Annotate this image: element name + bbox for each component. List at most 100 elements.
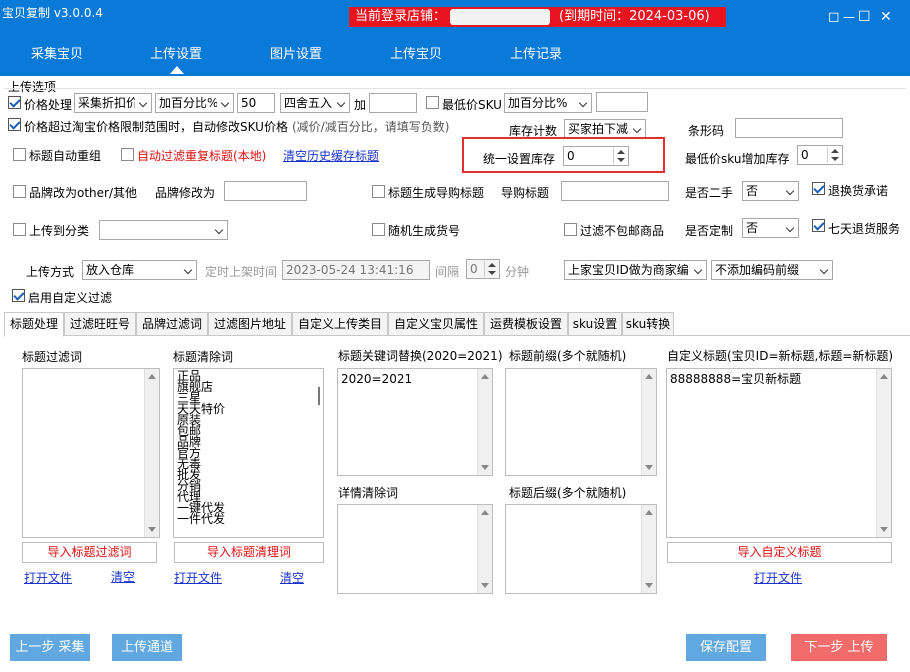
replace-label: 标题关键词替换(2020=2021)	[338, 349, 503, 363]
next-upload-button[interactable]: 下一步 上传	[791, 634, 887, 661]
unify-stock-stepper[interactable]: 0	[563, 146, 629, 166]
price-mode-select[interactable]: 采集折扣价	[74, 93, 152, 113]
custom-filter-checkbox[interactable]	[12, 289, 25, 302]
title-regroup-label: 标题自动重组	[29, 149, 102, 163]
price-value-input[interactable]: 50	[237, 93, 275, 113]
import-clean-words-button[interactable]: 导入标题清理词	[174, 542, 324, 563]
expiry-date: (到期时间：2024-03-06)	[559, 9, 710, 24]
filter-open-file-link[interactable]: 打开文件	[24, 569, 72, 586]
replace-textarea[interactable]: 2020=2021	[337, 368, 493, 476]
save-config-button[interactable]: 保存配置	[686, 634, 766, 661]
gen-shopping-title-checkbox[interactable]	[372, 185, 385, 198]
tab-upload-items[interactable]: 上传宝贝	[390, 43, 442, 62]
close-icon[interactable]: ✕	[880, 10, 892, 24]
price-checkbox[interactable]	[8, 96, 21, 109]
min-sku-checkbox[interactable]	[426, 96, 439, 109]
return-promise-checkbox[interactable]	[812, 182, 825, 195]
subtab-image-url[interactable]: 过滤图片地址	[208, 312, 292, 336]
subtab-brand[interactable]: 品牌过滤词	[136, 312, 208, 336]
min-sku-calc-select[interactable]: 加百分比%	[504, 93, 592, 113]
list-item: 88888888=宝贝新标题	[670, 372, 802, 386]
group-title: 上传选项	[8, 80, 57, 94]
second-hand-label: 是否二手	[685, 186, 734, 200]
clean-words-label: 标题清除词	[173, 350, 234, 364]
upload-category-label: 上传到分类	[29, 224, 90, 238]
filter-no-shipping-checkbox[interactable]	[564, 223, 577, 236]
gen-shopping-title-label: 标题生成导购标题	[388, 186, 485, 200]
interval-unit: 分钟	[505, 265, 530, 279]
list-item: 一件代发	[177, 512, 226, 526]
subtab-category[interactable]: 自定义上传类目	[292, 312, 388, 336]
suffix-label: 标题后缀(多个就随机)	[509, 486, 627, 500]
unify-stock-label: 统一设置库存	[483, 152, 556, 166]
random-item-no-checkbox[interactable]	[372, 223, 385, 236]
seven-day-label: 七天退货服务	[828, 222, 901, 236]
interval-label: 间隔	[435, 265, 460, 279]
price-limit-checkbox[interactable]	[8, 118, 21, 131]
custom-made-select[interactable]: 否	[742, 218, 799, 238]
clean-open-file-link[interactable]: 打开文件	[174, 569, 222, 586]
upload-channel-button[interactable]: 上传通道	[112, 634, 182, 661]
list-item: 2020=2021	[341, 372, 413, 386]
upload-mode-select[interactable]: 放入仓库	[82, 260, 197, 280]
textarea-scrollbar[interactable]	[318, 387, 320, 405]
custom-open-file-link[interactable]: 打开文件	[754, 569, 802, 586]
clean-words-textarea[interactable]: 正品 旗舰店 三星 天天特价 原装 包邮 品牌 官方 无毒 批发 分销 代理 一键代发 一件代发	[173, 368, 324, 538]
min-sku-value-input[interactable]	[596, 92, 648, 112]
second-hand-select[interactable]: 否	[742, 181, 799, 201]
main-nav	[0, 33, 910, 76]
scheduled-time-input[interactable]: 2023-05-24 13:41:16	[282, 260, 430, 280]
tab-upload-log[interactable]: 上传记录	[510, 43, 562, 62]
clear-history-link[interactable]: 清空历史缓存标题	[283, 147, 379, 164]
subtab-attributes[interactable]: 自定义宝贝属性	[388, 312, 484, 336]
filter-no-shipping-label: 过滤不包邮商品	[580, 224, 665, 238]
minimize-icon[interactable]: —	[843, 10, 855, 24]
prefix-label: 标题前缀(多个就随机)	[509, 349, 627, 363]
tab-image-settings[interactable]: 图片设置	[270, 43, 322, 62]
group-divider	[4, 88, 906, 89]
price-limit-label: 价格超过淘宝价格限制范围时，自动修改SKU价格	[24, 120, 288, 134]
rounding-select[interactable]: 四舍五入	[280, 93, 350, 113]
seller-id-select[interactable]: 上家宝贝ID做为商家编	[564, 260, 707, 280]
subtab-sku-convert[interactable]: sku转换	[622, 312, 674, 336]
subtab-shipping[interactable]: 运费模板设置	[484, 312, 568, 336]
custom-title-textarea[interactable]: 88888888=宝贝新标题	[666, 368, 892, 538]
shopping-title-input[interactable]	[561, 181, 669, 201]
price-calc-select[interactable]: 加百分比%	[155, 93, 234, 113]
prev-collect-button[interactable]: 上一步 采集	[10, 634, 90, 661]
min-sku-stock-stepper[interactable]: 0	[797, 145, 843, 165]
filter-words-textarea[interactable]	[22, 368, 160, 538]
import-custom-title-button[interactable]: 导入自定义标题	[667, 542, 892, 563]
suffix-textarea[interactable]	[505, 504, 657, 594]
tab-collect[interactable]: 采集宝贝	[31, 43, 83, 62]
subtab-title[interactable]: 标题处理	[4, 312, 64, 337]
detail-clean-textarea[interactable]	[337, 504, 493, 594]
restore-icon[interactable]: ◻	[828, 10, 840, 24]
login-shop-label: 当前登录店铺：	[355, 9, 447, 24]
brand-change-label: 品牌修改为	[155, 186, 216, 200]
seven-day-checkbox[interactable]	[812, 219, 825, 232]
upload-category-select[interactable]	[99, 220, 228, 240]
filter-dup-checkbox[interactable]	[121, 148, 134, 161]
stock-count-select[interactable]: 买家拍下减	[564, 119, 646, 139]
maximize-icon[interactable]: ☐	[858, 10, 871, 24]
clean-clear-link[interactable]: 清空	[280, 569, 304, 586]
subtab-sku[interactable]: sku设置	[568, 312, 622, 336]
title-regroup-checkbox[interactable]	[13, 148, 26, 161]
brand-change-input[interactable]	[224, 181, 307, 201]
add-value-input[interactable]	[369, 93, 417, 113]
subtab-wangwang[interactable]: 过滤旺旺号	[64, 312, 136, 336]
prefix-select[interactable]: 不添加编码前缀	[711, 260, 833, 280]
prefix-textarea[interactable]	[505, 368, 657, 476]
import-filter-words-button[interactable]: 导入标题过滤词	[22, 542, 157, 563]
price-limit-note: (减价/减百分比，请填写负数)	[292, 120, 450, 134]
brand-other-checkbox[interactable]	[13, 185, 26, 198]
filter-words-label: 标题过滤词	[22, 350, 83, 364]
barcode-input[interactable]	[735, 118, 843, 138]
random-item-no-label: 随机生成货号	[388, 224, 461, 238]
filter-clear-link[interactable]: 清空	[111, 568, 135, 585]
custom-filter-label: 启用自定义过滤	[28, 291, 113, 305]
upload-category-checkbox[interactable]	[13, 223, 26, 236]
interval-stepper[interactable]: 0	[466, 259, 500, 279]
tab-upload-settings[interactable]: 上传设置	[150, 43, 202, 62]
